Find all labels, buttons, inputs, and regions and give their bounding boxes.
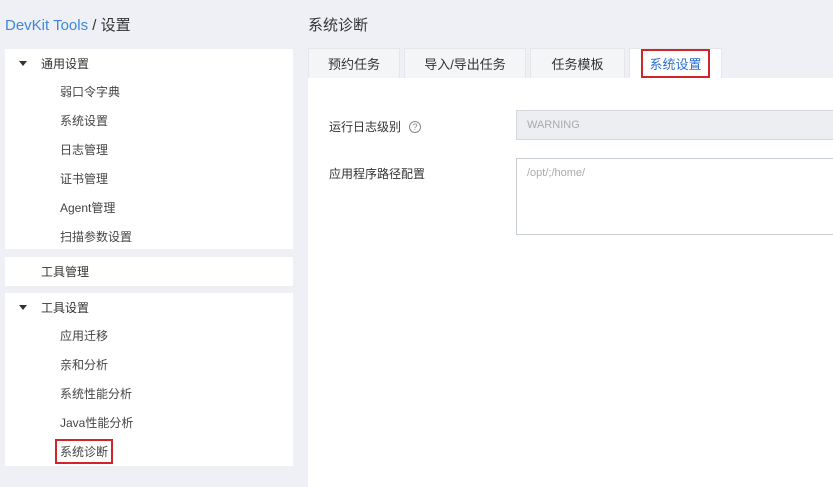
sidebar-group-label: 工具设置 bbox=[41, 300, 90, 315]
sidebar-item-log-management[interactable]: 日志管理 bbox=[5, 135, 293, 164]
breadcrumb-brand[interactable]: DevKit Tools bbox=[5, 17, 88, 34]
sidebar-item-scan-params[interactable]: 扫描参数设置 bbox=[5, 222, 293, 251]
settings-content: 运行日志级别 ? WARNING 应用程序路径配置 /opt/;/home/ bbox=[308, 78, 833, 487]
app-path-value: /opt/;/home/ bbox=[527, 167, 586, 179]
breadcrumb-separator: / bbox=[88, 17, 101, 34]
page-title: 系统诊断 bbox=[308, 17, 369, 34]
tab-system-settings[interactable]: 系统设置 bbox=[629, 48, 722, 78]
log-level-label: 运行日志级别 bbox=[329, 120, 402, 134]
log-level-select[interactable]: WARNING bbox=[516, 110, 833, 140]
breadcrumb: DevKit Tools / 设置 bbox=[5, 14, 131, 35]
sidebar-group-general[interactable]: 通用设置 bbox=[5, 49, 293, 77]
tab-task-templates[interactable]: 任务模板 bbox=[530, 48, 625, 78]
sidebar-item-weak-password-dict[interactable]: 弱口令字典 bbox=[5, 77, 293, 106]
caret-down-icon bbox=[19, 304, 27, 310]
sidebar-item-agent-management[interactable]: Agent管理 bbox=[5, 193, 293, 222]
tab-bar: 预约任务 导入/导出任务 任务模板 系统设置 bbox=[308, 48, 833, 78]
sidebar-group-label: 通用设置 bbox=[41, 56, 90, 71]
sidebar-item-java-perf-analysis[interactable]: Java性能分析 bbox=[5, 408, 293, 437]
tab-import-export-tasks[interactable]: 导入/导出任务 bbox=[404, 48, 526, 78]
sidebar-item-selected-label: 系统诊断 bbox=[54, 439, 114, 464]
app-path-row-label: 应用程序路径配置 bbox=[329, 165, 425, 182]
tab-active-label: 系统设置 bbox=[641, 49, 710, 78]
log-level-value: WARNING bbox=[527, 119, 580, 131]
tab-scheduled-tasks[interactable]: 预约任务 bbox=[308, 48, 400, 78]
question-circle-icon[interactable]: ? bbox=[409, 120, 422, 133]
app-path-label: 应用程序路径配置 bbox=[329, 167, 426, 181]
log-level-row-label: 运行日志级别 ? bbox=[329, 118, 422, 135]
sidebar-item-affinity-analysis[interactable]: 亲和分析 bbox=[5, 350, 293, 379]
breadcrumb-current: 设置 bbox=[100, 17, 131, 34]
sidebar-item-app-migration[interactable]: 应用迁移 bbox=[5, 321, 293, 350]
sidebar-item-certificate-management[interactable]: 证书管理 bbox=[5, 164, 293, 193]
sidebar-group-tool-settings[interactable]: 工具设置 bbox=[5, 293, 293, 321]
app-path-textarea[interactable]: /opt/;/home/ bbox=[516, 158, 833, 235]
sidebar-general-panel: 通用设置 弱口令字典 系统设置 日志管理 证书管理 Agent管理 扫描参数设置 bbox=[5, 49, 293, 249]
sidebar-item-system-settings[interactable]: 系统设置 bbox=[5, 106, 293, 135]
sidebar-item-system-diagnosis[interactable]: 系统诊断 bbox=[5, 437, 293, 466]
sidebar-tool-settings-panel: 工具设置 应用迁移 亲和分析 系统性能分析 Java性能分析 系统诊断 bbox=[5, 293, 293, 466]
caret-down-icon bbox=[19, 60, 27, 66]
sidebar-item-system-perf-analysis[interactable]: 系统性能分析 bbox=[5, 379, 293, 408]
sidebar-item-tool-management[interactable]: 工具管理 bbox=[5, 257, 293, 286]
sidebar-tool-management-panel: 工具管理 bbox=[5, 257, 293, 286]
